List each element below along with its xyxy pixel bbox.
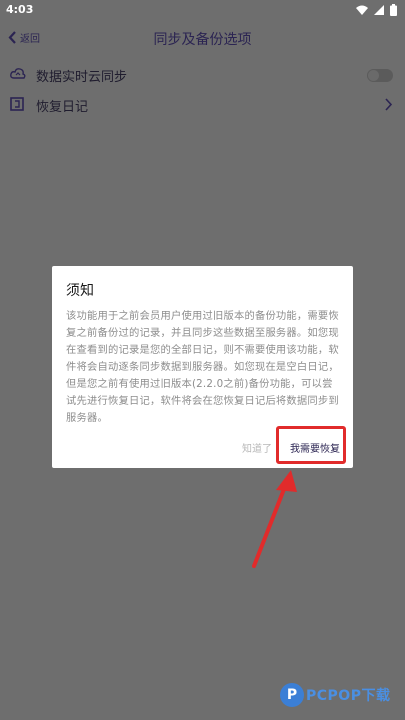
- watermark-text: PCPOP下载: [306, 688, 391, 704]
- annotation-arrow: [252, 470, 297, 568]
- watermark-logo: P: [280, 683, 304, 707]
- watermark: P PCPOP下载: [280, 683, 390, 707]
